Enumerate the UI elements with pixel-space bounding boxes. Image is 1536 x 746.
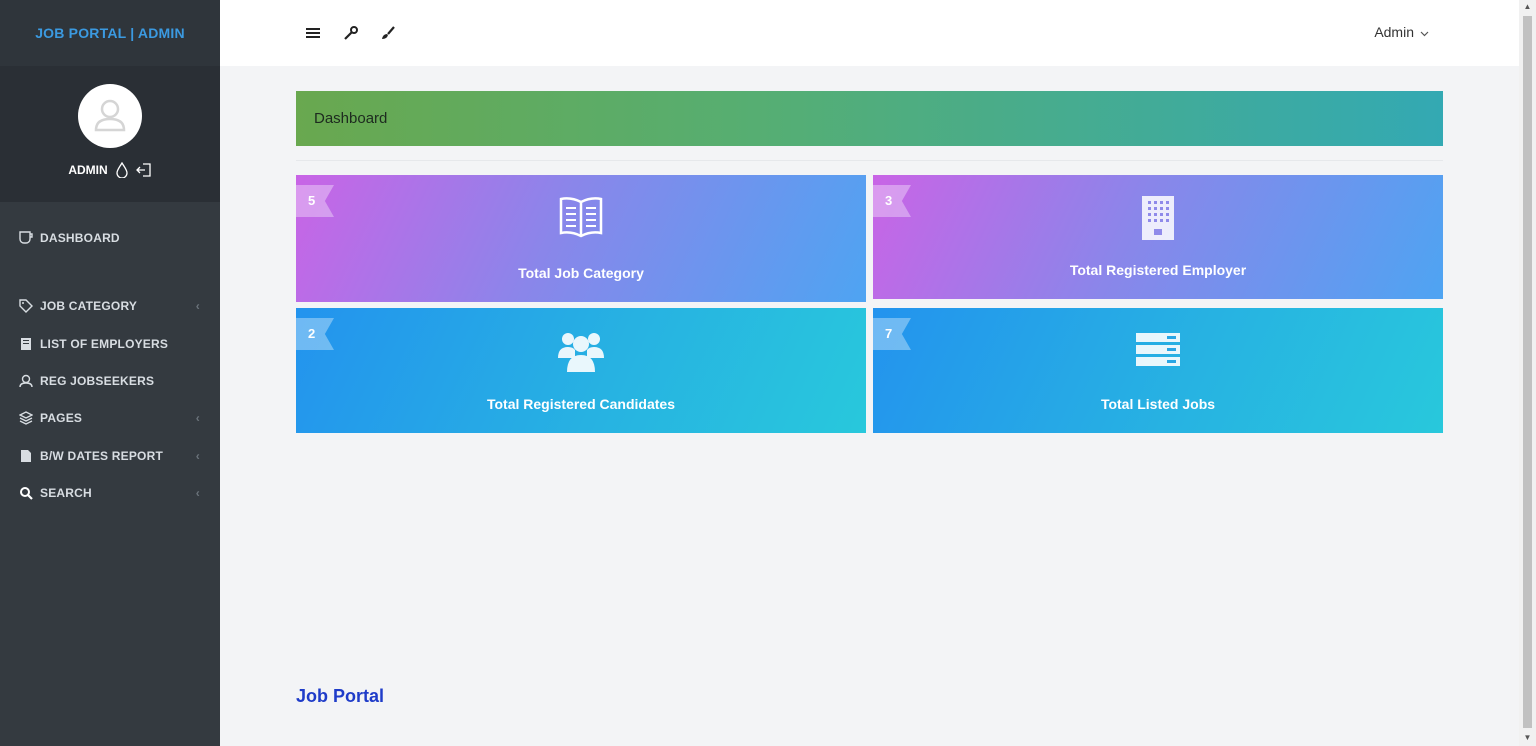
page-title-banner: Dashboard [296,91,1443,146]
server-list-icon [1135,332,1181,368]
user-placeholder-icon [94,99,126,132]
count-ribbon: 5 [296,185,334,217]
avatar [78,84,142,148]
wrench-icon[interactable] [342,24,360,42]
sidebar-item-label: LIST OF EMPLOYERS [40,337,169,351]
footer-title[interactable]: Job Portal [296,686,384,707]
sidebar-item-label: DASHBOARD [40,231,120,245]
coffee-cup-icon [18,230,34,246]
count-ribbon: 2 [296,318,334,350]
divider [296,160,1443,161]
document-icon [18,448,34,464]
sidebar-item-job-category[interactable]: JOB CATEGORY ‹ [18,298,204,314]
brand-logo[interactable]: JOB PORTAL | ADMIN [0,0,220,66]
user-icon [18,373,34,389]
chevron-down-icon [1420,24,1429,40]
scroll-up-icon[interactable]: ▲ [1523,2,1532,12]
search-icon [18,485,34,501]
sidebar-item-list-of-employers[interactable]: LIST OF EMPLOYERS [18,336,204,352]
card-label: Total Registered Employer [1069,262,1247,278]
sidebar: JOB PORTAL | ADMIN ADMIN DASHBOARD JOB C… [0,0,220,746]
sidebar-item-label: B/W DATES REPORT [40,449,163,463]
sidebar-item-label: JOB CATEGORY [40,299,138,313]
stat-card-listed-jobs[interactable]: 7 Total Listed Jobs [873,308,1443,433]
sidebar-item-pages[interactable]: PAGES ‹ [18,410,204,426]
profile-panel: ADMIN [0,66,220,202]
hamburger-menu-icon[interactable] [304,24,322,42]
card-label: Total Registered Candidates [486,396,675,412]
brush-icon[interactable] [379,24,397,42]
admin-dropdown[interactable]: Admin [1374,24,1429,40]
layers-icon [18,410,34,426]
sidebar-item-search[interactable]: SEARCH ‹ [18,485,204,501]
count-ribbon: 3 [873,185,911,217]
card-label: Total Listed Jobs [1100,396,1216,412]
profile-username: ADMIN [68,163,108,177]
sidebar-item-label: SEARCH [40,486,92,500]
stat-card-job-category[interactable]: 5 Total Job Category [296,175,866,302]
stat-card-registered-employer[interactable]: 3 Total Registered Employer [873,175,1443,299]
count-ribbon: 7 [873,318,911,350]
sidebar-item-reg-jobseekers[interactable]: REG JOBSEEKERS [18,373,204,389]
chevron-left-icon: ‹ [195,449,200,463]
sidebar-item-bw-dates-report[interactable]: B/W DATES REPORT ‹ [18,448,204,464]
sidebar-item-label: PAGES [40,411,83,425]
scroll-thumb[interactable] [1523,16,1532,728]
scrollbar[interactable]: ▲ ▼ [1519,0,1536,746]
file-icon [18,336,34,352]
building-icon [1140,195,1176,241]
admin-label: Admin [1374,24,1414,40]
sidebar-item-label: REG JOBSEEKERS [40,374,155,388]
page-title: Dashboard [314,110,388,127]
scroll-down-icon[interactable]: ▼ [1523,733,1532,743]
topbar: Admin [220,0,1519,66]
users-group-icon [556,328,606,374]
open-book-icon [558,195,604,239]
chevron-left-icon: ‹ [195,299,200,313]
chevron-left-icon: ‹ [195,411,200,425]
logout-icon[interactable] [135,162,152,178]
stat-card-registered-candidates[interactable]: 2 Total Registered Candidates [296,308,866,433]
sidebar-item-dashboard[interactable]: DASHBOARD [18,230,204,246]
card-label: Total Job Category [518,265,644,281]
droplet-icon[interactable] [116,162,128,178]
tag-icon [18,298,34,314]
chevron-left-icon: ‹ [195,486,200,500]
